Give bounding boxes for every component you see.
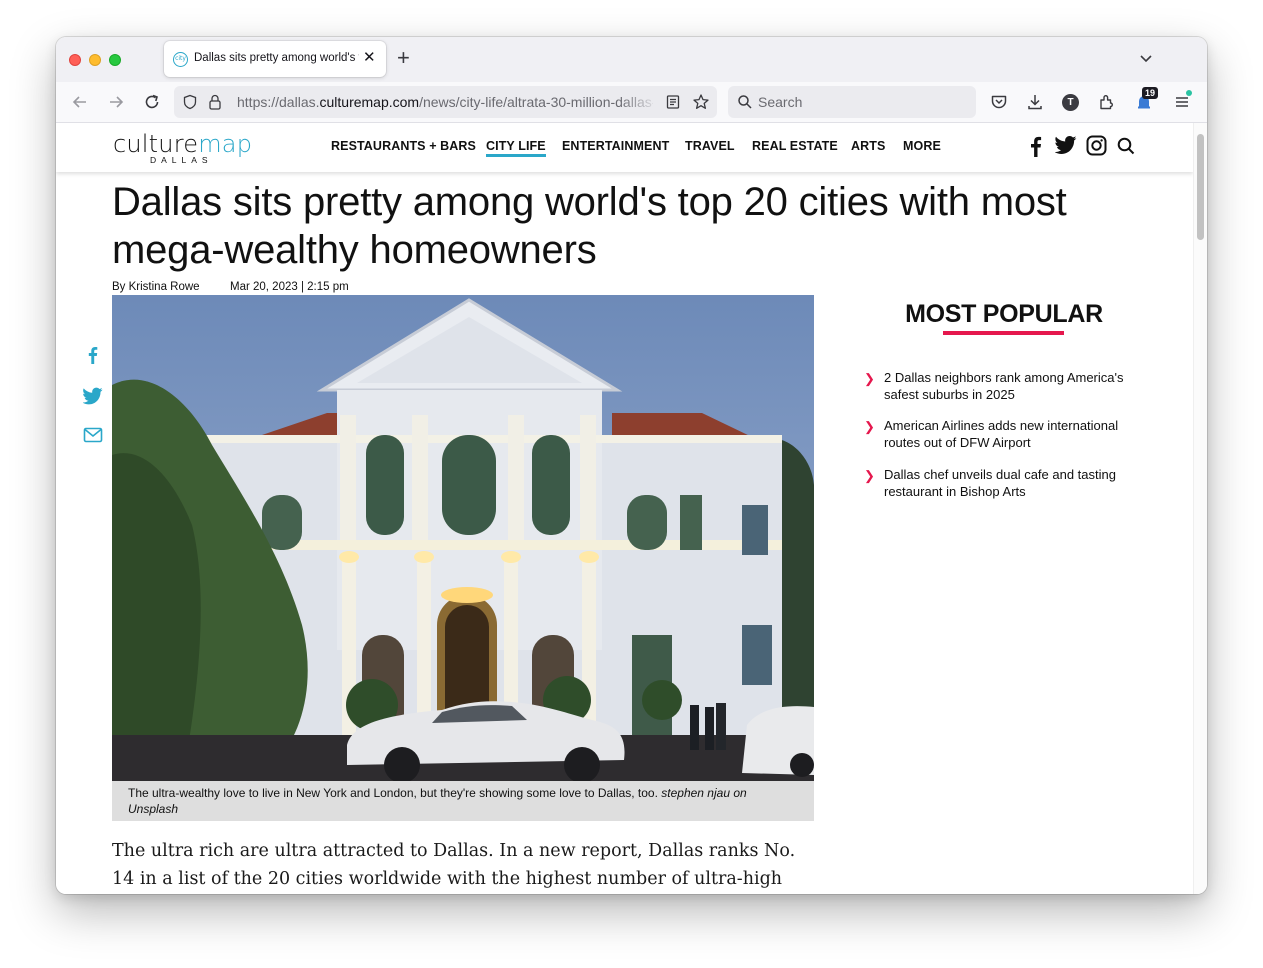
page-viewport: culturemap DALLAS RESTAURANTS + BARS CIT… xyxy=(56,123,1207,894)
culturemap-logo[interactable]: culturemap DALLAS xyxy=(113,131,263,165)
most-popular-link[interactable]: Dallas chef unveils dual cafe and tastin… xyxy=(884,466,1148,500)
browser-window: city Dallas sits pretty among world's to… xyxy=(56,37,1207,894)
site-header: culturemap DALLAS RESTAURANTS + BARS CIT… xyxy=(56,123,1193,172)
search-bar[interactable]: Search xyxy=(728,86,976,118)
search-placeholder: Search xyxy=(758,94,803,110)
update-indicator xyxy=(1186,90,1192,96)
url-domain: culturemap.com xyxy=(319,94,420,110)
article-date: Mar 20, 2023 | 2:15 pm xyxy=(230,281,349,293)
caption-text: The ultra-wealthy love to live in New Yo… xyxy=(128,786,658,800)
url-fade xyxy=(619,90,659,114)
twitter-icon[interactable] xyxy=(1055,136,1077,154)
nav-arts[interactable]: ARTS xyxy=(851,139,885,153)
reload-icon[interactable] xyxy=(142,92,162,112)
most-popular-title: MOST POPULAR xyxy=(905,300,1103,328)
url-text[interactable]: https://dallas.culturemap.com/news/city-… xyxy=(237,94,653,110)
tab-active[interactable]: city Dallas sits pretty among world's to… xyxy=(164,41,386,77)
bookmark-star-icon[interactable] xyxy=(692,93,710,111)
shield-icon[interactable] xyxy=(182,94,198,110)
url-prefix: https://dallas. xyxy=(237,94,320,110)
close-window-button[interactable] xyxy=(69,54,81,66)
chevron-down-icon[interactable] xyxy=(1138,50,1154,66)
nav-city-life[interactable]: CITY LIFE xyxy=(486,139,546,157)
article-photo xyxy=(112,295,814,781)
most-popular-link[interactable]: 2 Dallas neighbors rank among America's … xyxy=(884,369,1148,403)
new-tab-button[interactable]: + xyxy=(397,47,410,69)
share-email-icon[interactable] xyxy=(83,427,103,443)
share-facebook-icon[interactable] xyxy=(83,345,103,365)
chevron-right-icon: ❯ xyxy=(864,468,875,483)
url-path: /news/city-life/altrata-30-million-dalla… xyxy=(419,94,653,110)
downloads-icon[interactable] xyxy=(1025,92,1045,112)
back-icon[interactable] xyxy=(70,92,90,112)
instagram-icon[interactable] xyxy=(1086,135,1107,156)
nav-travel[interactable]: TRAVEL xyxy=(685,139,735,153)
nav-more[interactable]: MORE xyxy=(903,139,941,153)
nav-entertainment[interactable]: ENTERTAINMENT xyxy=(562,139,669,153)
share-twitter-icon[interactable] xyxy=(83,387,103,405)
extensions-icon[interactable] xyxy=(1097,92,1117,112)
reader-view-icon[interactable] xyxy=(665,94,681,110)
lock-icon[interactable] xyxy=(207,93,223,111)
article-byline[interactable]: By Kristina Rowe xyxy=(112,281,200,293)
logo-wordmark: culturemap xyxy=(113,131,263,157)
photo-caption: The ultra-wealthy love to live in New Yo… xyxy=(112,781,814,821)
scrollbar-thumb[interactable] xyxy=(1197,134,1204,240)
logo-city: DALLAS xyxy=(150,155,213,165)
site-search-icon[interactable] xyxy=(1117,137,1135,155)
logo-culture: culture xyxy=(113,130,199,158)
tab-strip: city Dallas sits pretty among world's to… xyxy=(56,37,1207,82)
minimize-window-button[interactable] xyxy=(89,54,101,66)
article-headline: Dallas sits pretty among world's top 20 … xyxy=(112,180,1067,272)
zoom-window-button[interactable] xyxy=(109,54,121,66)
search-icon xyxy=(738,95,752,109)
favicon-icon: city xyxy=(173,52,188,67)
pocket-icon[interactable] xyxy=(989,92,1009,112)
tab-title: Dallas sits pretty among world's top 20 … xyxy=(194,52,359,64)
nav-restaurants-bars[interactable]: RESTAURANTS + BARS xyxy=(331,139,476,153)
chevron-right-icon: ❯ xyxy=(864,419,875,434)
notification-badge: 19 xyxy=(1142,87,1159,99)
nav-toolbar: https://dallas.culturemap.com/news/city-… xyxy=(56,82,1207,123)
most-popular-link[interactable]: American Airlines adds new international… xyxy=(884,417,1148,451)
forward-icon[interactable] xyxy=(106,92,126,112)
most-popular-underline xyxy=(943,331,1064,335)
chevron-right-icon: ❯ xyxy=(864,371,875,386)
address-bar[interactable]: https://dallas.culturemap.com/news/city-… xyxy=(174,86,717,118)
nav-real-estate[interactable]: REAL ESTATE xyxy=(752,139,838,153)
article-body-paragraph: The ultra rich are ultra attracted to Da… xyxy=(112,841,796,889)
tab-close-icon[interactable]: ✕ xyxy=(363,50,376,66)
facebook-icon[interactable] xyxy=(1027,135,1043,157)
account-avatar[interactable]: T xyxy=(1062,94,1079,111)
logo-map: map xyxy=(198,130,253,158)
